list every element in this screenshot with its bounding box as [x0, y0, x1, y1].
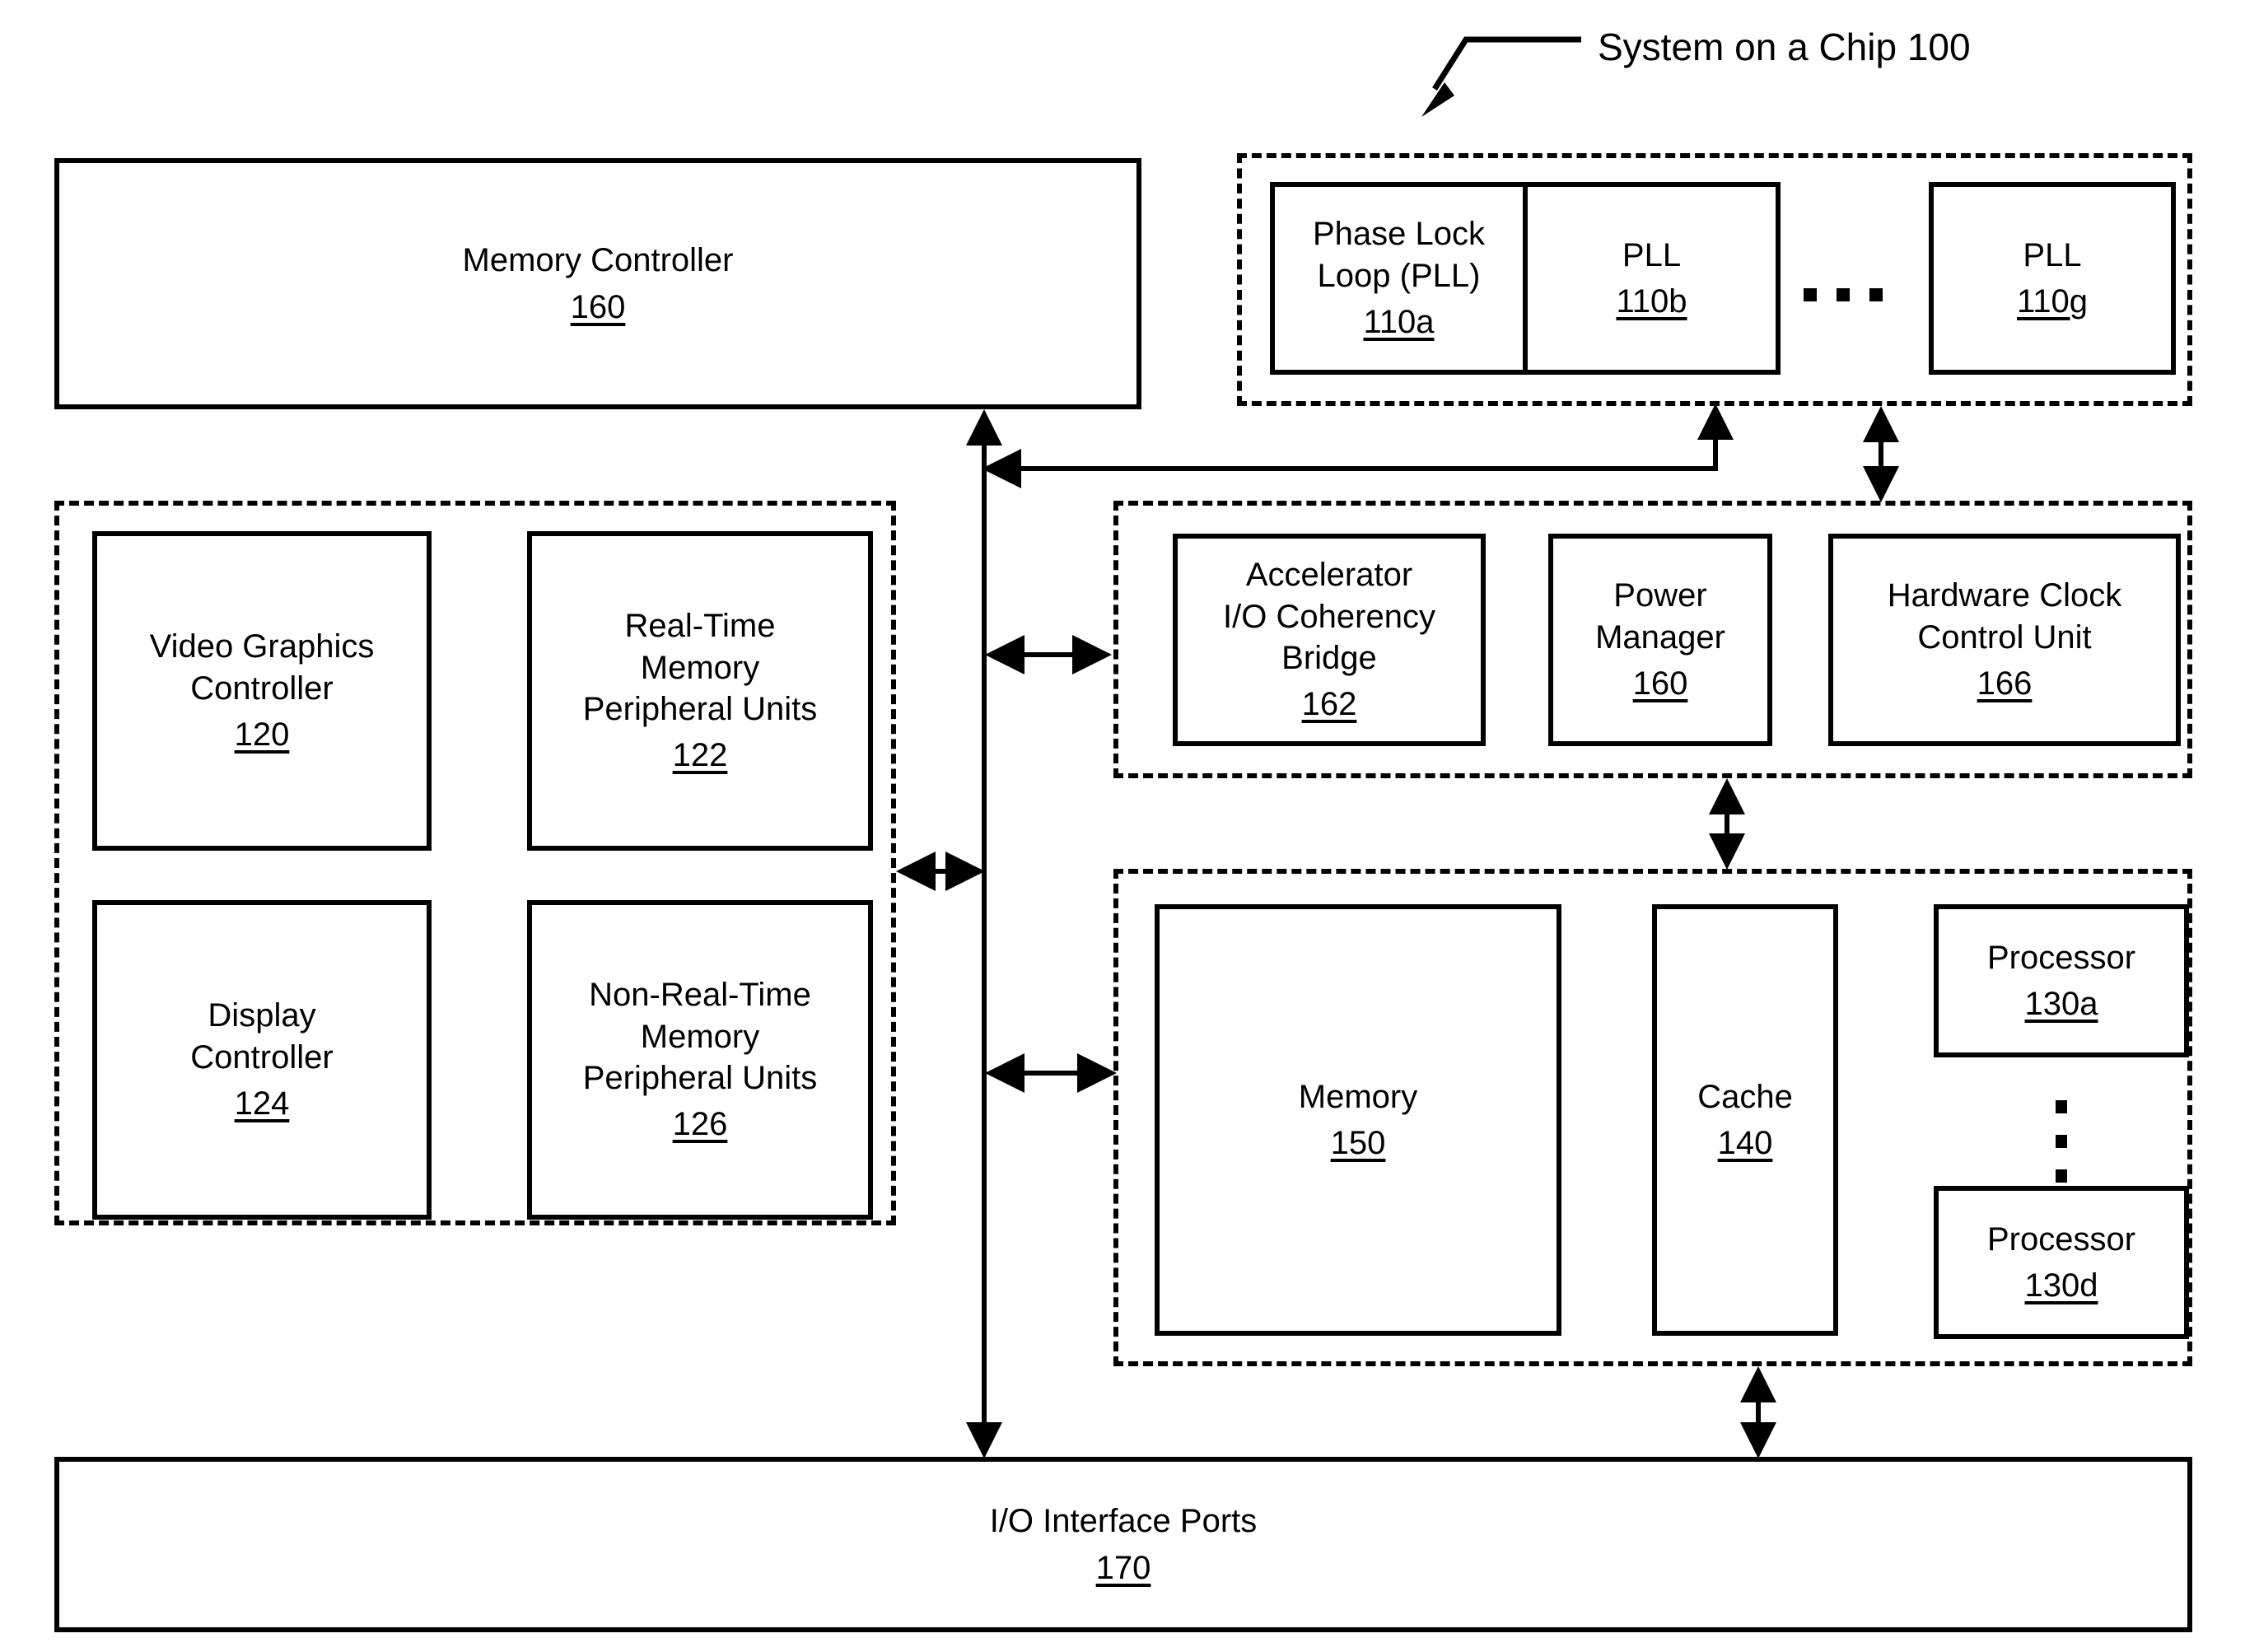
block-title: Real-Time Memory Peripheral Units	[582, 608, 818, 727]
block-ref: 126	[672, 1106, 728, 1143]
block-processor-130a[interactable]: Processor 130a	[1934, 904, 2189, 1057]
block-title: PLL	[1622, 236, 1682, 273]
block-pll-110a[interactable]: Phase Lock Loop (PLL) 110a	[1270, 182, 1525, 375]
block-ref: 160	[1632, 665, 1688, 702]
block-memory-controller[interactable]: Memory Controller 160	[54, 158, 1141, 409]
block-title: I/O Interface Ports	[989, 1503, 1258, 1540]
block-title: Processor	[1986, 939, 2136, 976]
block-title: Processor	[1986, 1220, 2136, 1258]
block-display-controller[interactable]: Display Controller 124	[92, 900, 432, 1220]
figure-canvas: System on a Chip 100 Memory Controller 1…	[0, 0, 2245, 1652]
block-title: Memory Controller	[462, 242, 734, 279]
block-ref: 122	[672, 737, 728, 774]
block-title: Video Graphics Controller	[149, 628, 375, 707]
pll-feedback-arrowhead-up	[1697, 404, 1734, 440]
block-hardware-clock-control-unit[interactable]: Hardware Clock Control Unit 166	[1828, 534, 2181, 746]
pll-feedback-horizontal	[1021, 466, 1718, 471]
block-io-interface-ports[interactable]: I/O Interface Ports 170	[54, 1457, 2192, 1632]
block-ref: 124	[234, 1085, 290, 1122]
block-ref: 140	[1717, 1125, 1773, 1161]
link-peripherals-to-bus-arrow-right	[945, 852, 985, 891]
pll-feedback-arrowhead-left-bus	[982, 449, 1021, 488]
block-title: Hardware Clock Control Unit	[1887, 577, 2122, 656]
block-ref: 120	[234, 716, 290, 754]
block-real-time-memory-peripheral-units[interactable]: Real-Time Memory Peripheral Units 122	[527, 531, 873, 851]
block-ref: 150	[1330, 1125, 1386, 1161]
block-ref: 130a	[2024, 986, 2098, 1022]
block-title: Phase Lock Loop (PLL)	[1312, 216, 1486, 294]
link-bus-to-compute-arrow-left	[985, 1053, 1024, 1093]
link-compute-to-io-arrow-down	[1740, 1422, 1776, 1458]
callout-label: System on a Chip 100	[1598, 26, 1971, 68]
block-title: Accelerator I/O Coherency Bridge	[1223, 557, 1435, 676]
block-ref: 130d	[2024, 1267, 2098, 1304]
block-ref: 110a	[1363, 304, 1435, 341]
block-power-manager[interactable]: Power Manager 160	[1548, 534, 1772, 746]
link-bus-to-control-arrow-right	[1072, 635, 1112, 674]
bus-arrowhead-down-io-ports	[966, 1422, 1002, 1458]
block-ref: 166	[1977, 665, 2033, 702]
block-video-graphics-controller[interactable]: Video Graphics Controller 120	[92, 531, 432, 851]
link-control-to-compute-arrow-down	[1709, 833, 1745, 870]
block-title: Memory	[1298, 1078, 1418, 1115]
link-bus-to-compute-arrow-right	[1077, 1053, 1117, 1093]
link-compute-to-io-arrow-up	[1740, 1366, 1776, 1402]
block-pll-110g[interactable]: PLL 110g	[1929, 182, 2176, 375]
block-title: Power Manager	[1595, 577, 1725, 656]
block-accelerator-io-coherency-bridge[interactable]: Accelerator I/O Coherency Bridge 162	[1173, 534, 1486, 746]
block-title: PLL	[2023, 236, 2082, 273]
block-ref: 170	[1095, 1549, 1151, 1586]
link-peripherals-to-bus-arrow-left	[896, 852, 936, 891]
block-ref: 160	[570, 288, 626, 325]
bus-arrowhead-up-memory-controller	[966, 409, 1002, 446]
pll-ellipsis-icon	[1804, 288, 1883, 301]
block-processor-130d[interactable]: Processor 130d	[1934, 1186, 2189, 1339]
block-non-real-time-memory-peripheral-units[interactable]: Non-Real-Time Memory Peripheral Units 12…	[527, 900, 873, 1220]
processor-ellipsis-icon	[2056, 1100, 2067, 1183]
block-title: Display Controller	[190, 997, 334, 1076]
link-bus-to-control-arrow-left	[985, 635, 1024, 674]
block-pll-110b[interactable]: PLL 110b	[1525, 182, 1781, 375]
block-ref: 110g	[2016, 283, 2088, 320]
bus-main-vertical	[982, 436, 987, 1429]
block-title: Cache	[1697, 1078, 1793, 1115]
block-title: Non-Real-Time Memory Peripheral Units	[582, 977, 818, 1096]
callout-leader-line	[1421, 36, 1581, 117]
link-control-to-compute-arrow-up	[1709, 778, 1745, 814]
block-memory[interactable]: Memory 150	[1155, 904, 1561, 1336]
block-cache[interactable]: Cache 140	[1652, 904, 1838, 1336]
link-pll-to-control-arrow-up	[1863, 406, 1899, 442]
link-pll-to-control-arrow-down	[1863, 466, 1899, 502]
block-ref: 162	[1301, 686, 1357, 723]
block-ref: 110b	[1616, 283, 1687, 320]
